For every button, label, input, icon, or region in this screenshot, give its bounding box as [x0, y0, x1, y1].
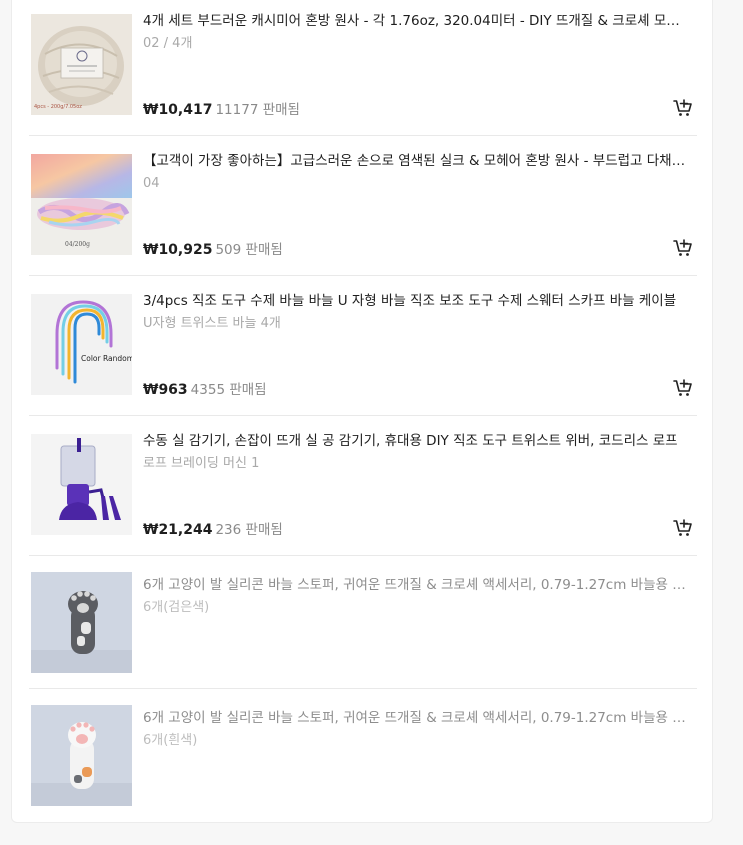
product-thumbnail[interactable]	[31, 572, 132, 673]
product-price: ₩10,417	[143, 102, 213, 118]
list-item[interactable]: 4pcs - 200g/7.05oz 4개 세트 부드러운 캐시미어 혼방 원사…	[29, 12, 697, 136]
product-image-caption: 4pcs - 200g/7.05oz	[34, 104, 82, 110]
cart-add-icon	[673, 99, 692, 116]
list-item[interactable]: 6개 고양이 발 실리콘 바늘 스토퍼, 귀여운 뜨개질 & 크로셰 액세서리,…	[29, 689, 697, 819]
cart-add-icon	[673, 379, 692, 396]
product-variant: 6개(흰색)	[143, 733, 198, 748]
list-item[interactable]: Color Random 3/4pcs 직조 도구 수제 바늘 바늘 U 자형 …	[29, 276, 697, 416]
add-to-cart-button[interactable]	[673, 379, 695, 399]
product-title[interactable]: 4개 세트 부드러운 캐시미어 혼방 원사 - 각 1.76oz, 320.04…	[143, 12, 688, 30]
product-variant: 로프 브레이딩 머신 1	[143, 456, 260, 471]
product-variant: 04	[143, 176, 160, 191]
price-line: ₩10,925 509 판매됨	[143, 241, 283, 259]
cart-add-icon	[673, 519, 692, 536]
product-list-card: 4pcs - 200g/7.05oz 4개 세트 부드러운 캐시미어 혼방 원사…	[11, 0, 713, 823]
product-variant: 02 / 4개	[143, 36, 193, 51]
product-image-caption: 04/200g	[65, 241, 90, 248]
product-price: ₩963	[143, 382, 188, 398]
product-variant: U자형 트위스트 바늘 4개	[143, 316, 281, 331]
product-price: ₩10,925	[143, 242, 213, 258]
add-to-cart-button[interactable]	[673, 519, 695, 539]
sold-count: 11177 판매됨	[215, 102, 300, 118]
list-item[interactable]: 수동 실 감기기, 손잡이 뜨개 실 공 감기기, 휴대용 DIY 직조 도구 …	[29, 416, 697, 556]
list-item[interactable]: 6개 고양이 발 실리콘 바늘 스토퍼, 귀여운 뜨개질 & 크로셰 액세서리,…	[29, 556, 697, 689]
product-image-caption: Color Random	[81, 354, 132, 363]
sold-count: 4355 판매됨	[190, 382, 267, 398]
price-line: ₩21,244 236 판매됨	[143, 521, 283, 539]
add-to-cart-button[interactable]	[673, 239, 695, 259]
add-to-cart-button[interactable]	[673, 99, 695, 119]
cart-add-icon	[673, 239, 692, 256]
product-thumbnail[interactable]	[31, 434, 132, 535]
sold-count: 509 판매됨	[215, 242, 283, 258]
price-line: ₩10,417 11177 판매됨	[143, 101, 300, 119]
sold-count: 236 판매됨	[215, 522, 283, 538]
product-title[interactable]: 【고객이 가장 좋아하는】고급스러운 손으로 염색된 실크 & 모헤어 혼방 원…	[143, 152, 688, 170]
product-thumbnail[interactable]: 04/200g	[31, 154, 132, 255]
product-thumbnail[interactable]: 4pcs - 200g/7.05oz	[31, 14, 132, 115]
product-thumbnail[interactable]: Color Random	[31, 294, 132, 395]
list-item[interactable]: 04/200g 【고객이 가장 좋아하는】고급스러운 손으로 염색된 실크 & …	[29, 136, 697, 276]
product-price: ₩21,244	[143, 522, 213, 538]
product-title[interactable]: 6개 고양이 발 실리콘 바늘 스토퍼, 귀여운 뜨개질 & 크로셰 액세서리,…	[143, 709, 688, 727]
product-title[interactable]: 6개 고양이 발 실리콘 바늘 스토퍼, 귀여운 뜨개질 & 크로셰 액세서리,…	[143, 576, 688, 594]
product-title[interactable]: 3/4pcs 직조 도구 수제 바늘 바늘 U 자형 바늘 직조 보조 도구 수…	[143, 292, 688, 310]
product-thumbnail[interactable]	[31, 705, 132, 806]
product-title[interactable]: 수동 실 감기기, 손잡이 뜨개 실 공 감기기, 휴대용 DIY 직조 도구 …	[143, 432, 688, 450]
product-variant: 6개(검은색)	[143, 600, 210, 615]
price-line: ₩963 4355 판매됨	[143, 381, 267, 399]
